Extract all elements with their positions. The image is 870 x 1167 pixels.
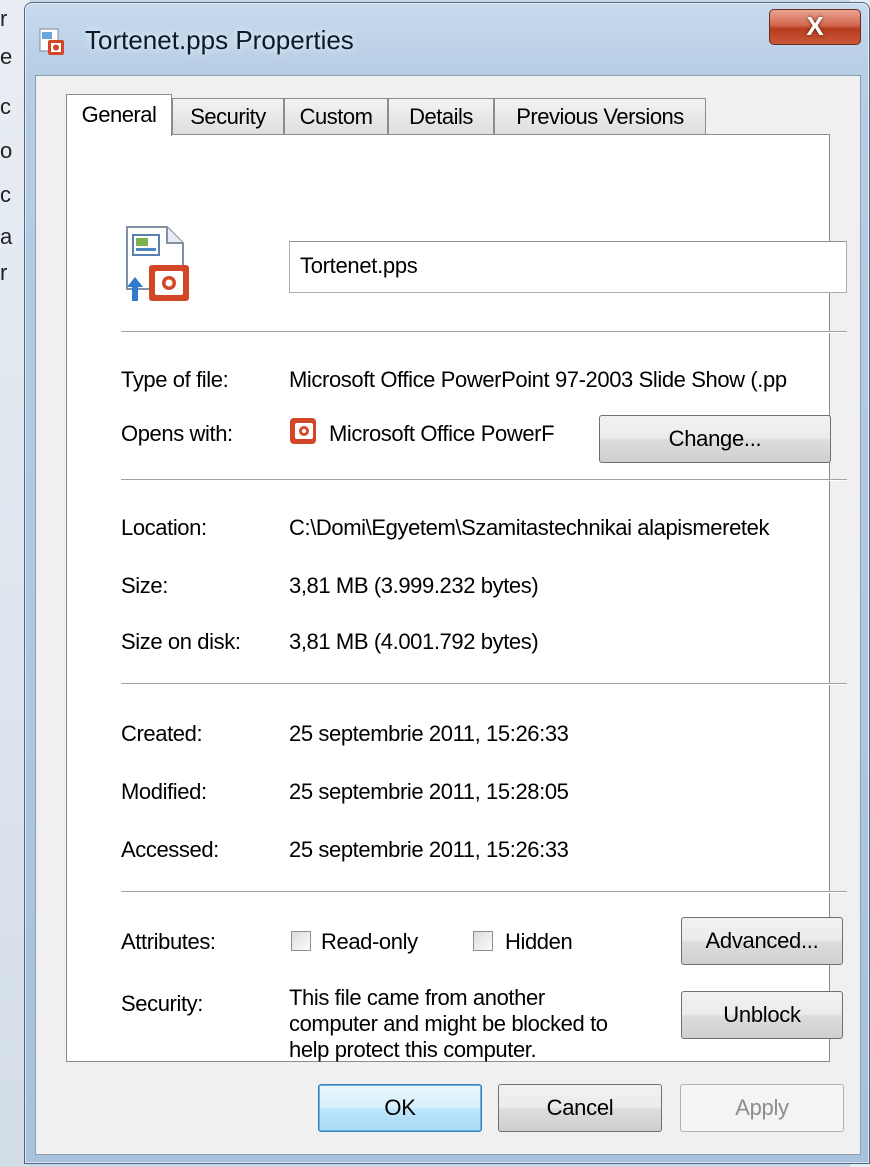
ok-button[interactable]: OK (318, 1084, 482, 1132)
tab-security[interactable]: Security (172, 98, 284, 134)
tab-previous-versions[interactable]: Previous Versions (494, 98, 706, 134)
type-of-file-label: Type of file: (121, 367, 229, 392)
background-text: a (0, 224, 13, 249)
pps-file-icon (39, 28, 64, 55)
security-message-line-2: computer and might be blocked to (289, 1011, 608, 1036)
separator (121, 331, 847, 333)
background-text: o (0, 138, 13, 163)
size-on-disk-value: 3,81 MB (4.001.792 bytes) (289, 629, 539, 654)
background-text: e (0, 44, 13, 69)
location-value: C:\Domi\Egyetem\Szamitastechnikai alapis… (289, 515, 770, 540)
powerpoint-show-file-icon (126, 226, 189, 301)
modified-label: Modified: (121, 779, 207, 804)
title-bar[interactable]: Tortenet.pps Properties X (25, 3, 869, 75)
security-message-line-3: help protect this computer. (289, 1037, 537, 1062)
created-value: 25 septembrie 2011, 15:26:33 (289, 721, 569, 746)
separator (121, 683, 847, 685)
background-text: c (0, 94, 11, 119)
read-only-checkbox[interactable] (291, 931, 311, 951)
opens-with-value: Microsoft Office PowerF (329, 421, 555, 446)
file-name-input[interactable]: Tortenet.pps (289, 241, 847, 293)
properties-dialog: Tortenet.pps Properties X General Securi… (24, 2, 870, 1164)
hidden-label[interactable]: Hidden (505, 929, 572, 955)
close-button[interactable]: X (769, 9, 861, 45)
read-only-label[interactable]: Read-only (321, 929, 418, 955)
background-text: r (0, 6, 8, 31)
general-tab-panel: Tortenet.pps Type of file: Microsoft Off… (66, 134, 847, 1062)
security-label: Security: (121, 991, 203, 1016)
background-text: c (0, 182, 11, 207)
background-text: r (0, 260, 8, 285)
created-label: Created: (121, 721, 203, 746)
separator (121, 479, 847, 481)
dialog-client-area: General Security Custom Details Previous… (35, 75, 861, 1155)
separator (121, 891, 847, 893)
tab-details[interactable]: Details (388, 98, 494, 134)
security-message-line-1: This file came from another (289, 985, 545, 1010)
size-value: 3,81 MB (3.999.232 bytes) (289, 573, 539, 598)
powerpoint-icon (290, 418, 316, 444)
unblock-button[interactable]: Unblock (681, 991, 843, 1039)
advanced-button[interactable]: Advanced... (681, 917, 843, 965)
modified-value: 25 septembrie 2011, 15:28:05 (289, 779, 569, 804)
opens-with-label: Opens with: (121, 421, 233, 446)
attributes-label: Attributes: (121, 929, 216, 954)
apply-button[interactable]: Apply (680, 1084, 844, 1132)
tab-custom[interactable]: Custom (284, 98, 388, 134)
location-label: Location: (121, 515, 207, 540)
size-label: Size: (121, 573, 168, 598)
size-on-disk-label: Size on disk: (121, 629, 241, 654)
accessed-value: 25 septembrie 2011, 15:26:33 (289, 837, 569, 862)
cancel-button[interactable]: Cancel (498, 1084, 662, 1132)
tab-general[interactable]: General (66, 94, 172, 136)
accessed-label: Accessed: (121, 837, 219, 862)
hidden-checkbox[interactable] (473, 931, 493, 951)
change-button[interactable]: Change... (599, 415, 831, 463)
type-of-file-value: Microsoft Office PowerPoint 97-2003 Slid… (289, 367, 787, 392)
window-title: Tortenet.pps Properties (85, 25, 354, 55)
